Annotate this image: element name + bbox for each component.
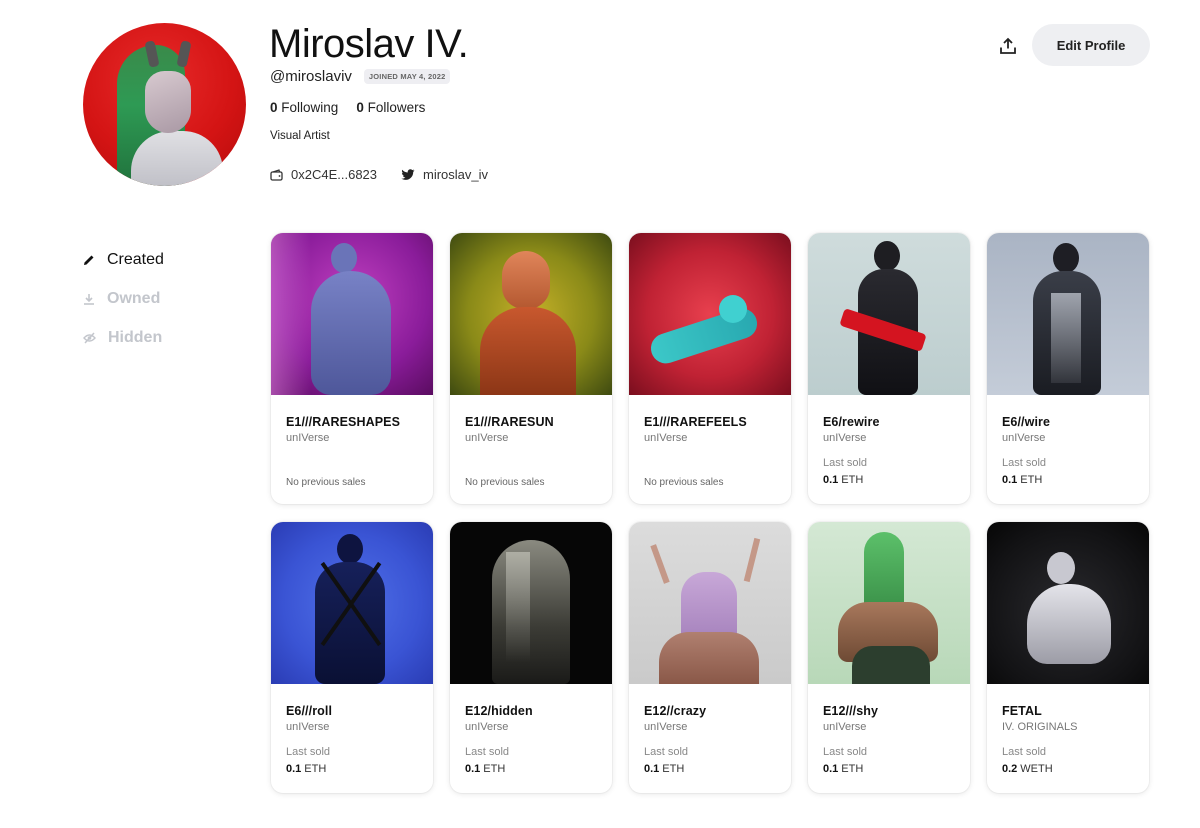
nft-card[interactable]: E1///RARESUN unIVerse No previous sales xyxy=(450,233,612,504)
share-icon xyxy=(999,37,1017,55)
nft-grid: E1///RARESHAPES unIVerse No previous sal… xyxy=(271,233,1149,793)
nft-title: E1///RARESUN xyxy=(465,415,554,429)
followers-count: 0 xyxy=(356,100,364,115)
last-sold-label: Last sold xyxy=(1002,746,1047,758)
nft-collection: IV. ORIGINALS xyxy=(1002,721,1078,733)
nft-collection: unIVerse xyxy=(465,721,509,733)
profile-links: 0x2C4E...6823 miroslav_iv xyxy=(270,167,488,182)
nft-collection: unIVerse xyxy=(465,432,509,444)
nft-card[interactable]: E12///shy unIVerse Last sold 0.1 ETH xyxy=(808,522,970,793)
nft-card[interactable]: E1///RAREFEELS unIVerse No previous sale… xyxy=(629,233,791,504)
nft-title: FETAL xyxy=(1002,704,1042,718)
follow-stats: 0 Following 0 Followers xyxy=(270,100,425,115)
twitter-handle: miroslav_iv xyxy=(423,167,489,182)
nft-image xyxy=(271,522,433,684)
no-sales-text: No previous sales xyxy=(644,477,724,488)
handle-row: @miroslaviv JOINED MAY 4, 2022 xyxy=(270,68,451,85)
nft-image xyxy=(808,233,970,395)
nft-image xyxy=(629,522,791,684)
profile-tabs: Created Owned Hidden xyxy=(83,240,233,357)
last-sold-label: Last sold xyxy=(465,746,510,758)
profile-bio: Visual Artist xyxy=(270,130,330,142)
last-sold-label: Last sold xyxy=(823,746,868,758)
last-sold-price: 0.2 WETH xyxy=(1002,763,1053,775)
last-sold-price: 0.1 ETH xyxy=(823,763,864,775)
profile-name: Miroslav IV. xyxy=(269,22,469,66)
no-sales-text: No previous sales xyxy=(286,477,366,488)
tab-hidden-label: Hidden xyxy=(108,328,163,346)
tab-created-label: Created xyxy=(107,250,164,268)
nft-card[interactable]: E6///roll unIVerse Last sold 0.1 ETH xyxy=(271,522,433,793)
share-button[interactable] xyxy=(991,29,1025,63)
nft-card[interactable]: E12//crazy unIVerse Last sold 0.1 ETH xyxy=(629,522,791,793)
nft-collection: unIVerse xyxy=(823,721,867,733)
last-sold-label: Last sold xyxy=(823,457,868,469)
nft-card[interactable]: FETAL IV. ORIGINALS Last sold 0.2 WETH xyxy=(987,522,1149,793)
no-sales-text: No previous sales xyxy=(465,477,545,488)
eye-slash-icon xyxy=(83,331,96,344)
twitter-link[interactable]: miroslav_iv xyxy=(401,167,488,182)
followers-label: Followers xyxy=(367,100,426,115)
wallet-address: 0x2C4E...6823 xyxy=(291,167,378,182)
twitter-icon xyxy=(401,168,415,181)
wallet-link[interactable]: 0x2C4E...6823 xyxy=(270,167,377,182)
nft-collection: unIVerse xyxy=(823,432,867,444)
nft-title: E12//crazy xyxy=(644,704,707,718)
nft-image xyxy=(450,233,612,395)
last-sold-price: 0.1 ETH xyxy=(644,763,685,775)
nft-collection: unIVerse xyxy=(286,432,330,444)
nft-title: E6///roll xyxy=(286,704,333,718)
nft-title: E1///RAREFEELS xyxy=(644,415,747,429)
nft-title: E12/hidden xyxy=(465,704,533,718)
nft-collection: unIVerse xyxy=(286,721,330,733)
nft-title: E12///shy xyxy=(823,704,879,718)
tab-created[interactable]: Created xyxy=(83,240,233,279)
last-sold-price: 0.1 ETH xyxy=(823,474,864,486)
tab-owned-label: Owned xyxy=(107,289,161,307)
nft-image xyxy=(987,233,1149,395)
last-sold-label: Last sold xyxy=(286,746,331,758)
wallet-icon xyxy=(270,168,283,181)
nft-card[interactable]: E12/hidden unIVerse Last sold 0.1 ETH xyxy=(450,522,612,793)
nft-card[interactable]: E6/rewire unIVerse Last sold 0.1 ETH xyxy=(808,233,970,504)
nft-image xyxy=(629,233,791,395)
last-sold-price: 0.1 ETH xyxy=(1002,474,1043,486)
last-sold-price: 0.1 ETH xyxy=(286,763,327,775)
joined-badge: JOINED MAY 4, 2022 xyxy=(363,69,451,84)
last-sold-label: Last sold xyxy=(644,746,689,758)
nft-collection: unIVerse xyxy=(644,721,688,733)
tab-hidden[interactable]: Hidden xyxy=(83,318,233,357)
nft-image xyxy=(808,522,970,684)
nft-title: E6//wire xyxy=(1002,415,1051,429)
nft-collection: unIVerse xyxy=(1002,432,1046,444)
following-link[interactable]: 0 Following xyxy=(270,100,338,115)
nft-image xyxy=(271,233,433,395)
profile-handle: @miroslaviv xyxy=(270,68,352,85)
nft-title: E1///RARESHAPES xyxy=(286,415,401,429)
following-count: 0 xyxy=(270,100,278,115)
profile-avatar xyxy=(83,23,246,186)
nft-collection: unIVerse xyxy=(644,432,688,444)
nft-card[interactable]: E1///RARESHAPES unIVerse No previous sal… xyxy=(271,233,433,504)
followers-link[interactable]: 0 Followers xyxy=(356,100,425,115)
pencil-icon xyxy=(83,254,95,266)
nft-image xyxy=(987,522,1149,684)
nft-title: E6/rewire xyxy=(823,415,880,429)
following-label: Following xyxy=(281,100,339,115)
last-sold-label: Last sold xyxy=(1002,457,1047,469)
last-sold-price: 0.1 ETH xyxy=(465,763,506,775)
nft-image xyxy=(450,522,612,684)
nft-card[interactable]: E6//wire unIVerse Last sold 0.1 ETH xyxy=(987,233,1149,504)
edit-profile-button[interactable]: Edit Profile xyxy=(1032,24,1150,66)
tab-owned[interactable]: Owned xyxy=(83,279,233,318)
download-icon xyxy=(83,293,95,305)
